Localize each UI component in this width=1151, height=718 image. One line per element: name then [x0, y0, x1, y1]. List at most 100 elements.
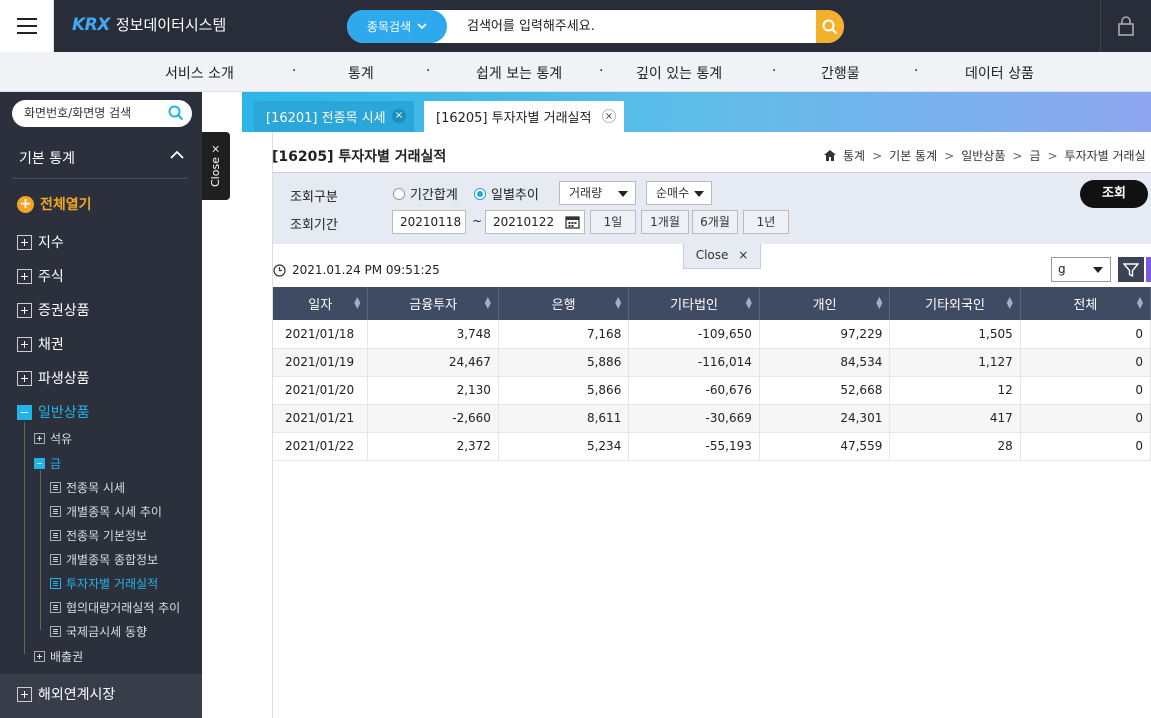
- nav-item-data-products[interactable]: 데이터 상품: [965, 63, 1034, 83]
- search-input[interactable]: 검색어를 입력해주세요.: [467, 10, 595, 43]
- tree-line: [40, 470, 41, 630]
- volume-select[interactable]: 거래량: [559, 181, 636, 205]
- chevron-right-icon: >: [944, 148, 955, 163]
- radio-selected-icon: [474, 187, 486, 200]
- table-cell: 5,234: [498, 432, 630, 461]
- sidebar-item-bonds[interactable]: 채권: [17, 334, 64, 354]
- tree-item-emission[interactable]: 배출권: [34, 648, 83, 665]
- column-header-financial-investment[interactable]: 금융투자 ▲ ▼: [367, 287, 499, 320]
- query-button[interactable]: 조회: [1080, 180, 1148, 208]
- menu-icon[interactable]: [0, 0, 54, 52]
- sidebar-bottom-section: 해외연계시장: [0, 674, 202, 718]
- range-1y-button[interactable]: 1년: [743, 210, 789, 234]
- unit-select[interactable]: g: [1051, 257, 1111, 282]
- sidebar-item-securities-products[interactable]: 증권상품: [17, 300, 90, 320]
- table-cell: 2021/01/21: [273, 404, 369, 433]
- column-header-total[interactable]: 전체 ▲ ▼: [1020, 287, 1151, 320]
- home-icon[interactable]: [824, 150, 836, 161]
- nav-item-deep-statistics[interactable]: 깊이 있는 통계: [636, 63, 722, 83]
- breadcrumb-item[interactable]: 일반상품: [961, 147, 1005, 164]
- close-icon[interactable]: ×: [602, 109, 616, 123]
- plus-box-icon: [34, 651, 45, 662]
- logo[interactable]: KRX 정보데이터시스템: [72, 14, 226, 35]
- table-cell: -55,193: [628, 432, 760, 461]
- nav-item-publications[interactable]: 간행물: [821, 63, 860, 83]
- plus-box-icon: [17, 234, 32, 250]
- tree-item-label: 석유: [50, 432, 73, 446]
- download-button[interactable]: [1146, 257, 1151, 282]
- table-cell: 2021/01/19: [273, 348, 369, 377]
- tree-item-all-prices[interactable]: 전종목 시세: [50, 479, 125, 496]
- page-title: [16205] 투자자별 거래실적: [272, 149, 447, 165]
- nav-item-easy-statistics[interactable]: 쉽게 보는 통계: [476, 63, 562, 83]
- calendar-icon[interactable]: [565, 215, 580, 229]
- minus-box-icon: [17, 404, 32, 420]
- sidebar-section-title[interactable]: 기본 통계: [19, 148, 75, 168]
- tree-item-oil[interactable]: 석유: [34, 430, 72, 447]
- lock-icon[interactable]: [1100, 0, 1151, 52]
- sidebar-search-input[interactable]: 화면번호/화면명 검색: [12, 100, 192, 127]
- tree-item-investor-trading[interactable]: 투자자별 거래실적: [50, 575, 158, 592]
- sort-icon[interactable]: ▲ ▼: [746, 296, 752, 310]
- filter-close-button[interactable]: Close ×: [683, 244, 761, 269]
- radio-daily[interactable]: 일별추이: [474, 184, 539, 203]
- close-icon[interactable]: ×: [392, 109, 406, 123]
- tree-item-intl-gold-price[interactable]: 국제금시세 동향: [50, 623, 147, 640]
- filter-close-label: Close: [695, 248, 729, 262]
- sidebar-item-label: 채권: [38, 337, 64, 353]
- breadcrumb-item[interactable]: 통계: [843, 147, 865, 164]
- tree-item-basic-info[interactable]: 전종목 기본정보: [50, 527, 147, 544]
- unit-value: g: [1058, 262, 1066, 276]
- sort-icon[interactable]: ▲ ▼: [1137, 296, 1143, 310]
- tree-item-label: 금: [50, 457, 62, 471]
- expand-all-button[interactable]: + 전체열기: [17, 194, 92, 214]
- tree-item-comprehensive-info[interactable]: 개별종목 종합정보: [50, 551, 158, 568]
- breadcrumb-item[interactable]: 금: [1029, 147, 1040, 164]
- tree-item-label: 전종목 시세: [66, 481, 126, 495]
- sidebar-item-index[interactable]: 지수: [17, 232, 64, 252]
- search-button[interactable]: [816, 10, 844, 43]
- filter-icon[interactable]: [1118, 257, 1144, 282]
- sidebar-close-label: Close ×: [209, 144, 222, 187]
- sidebar-item-overseas-market[interactable]: 해외연계시장: [17, 684, 115, 704]
- nav-item-statistics[interactable]: 통계: [348, 63, 374, 83]
- data-table: 일자 ▲ ▼ 금융투자 ▲ ▼ 은행 ▲ ▼ 기타법인 ▲ ▼ 개인 ▲ ▼ 기타외국인 ▲ ▼ 전체 ▲…: [273, 287, 1151, 461]
- date-to-input[interactable]: 20210122: [485, 210, 585, 234]
- document-icon: [50, 530, 61, 541]
- sort-icon[interactable]: ▲ ▼: [485, 296, 491, 310]
- sidebar-item-general-products[interactable]: 일반상품: [17, 402, 90, 422]
- range-1d-button[interactable]: 1일: [590, 210, 636, 234]
- nav-item-service-intro[interactable]: 서비스 소개: [165, 63, 234, 83]
- sidebar-item-label: 지수: [38, 235, 64, 251]
- tree-item-price-trend[interactable]: 개별종목 시세 추이: [50, 503, 162, 520]
- range-1m-button[interactable]: 1개월: [641, 210, 689, 234]
- clock-icon: [273, 263, 286, 277]
- tree-item-block-trading[interactable]: 협의대량거래실적 추이: [50, 599, 180, 616]
- radio-period-total[interactable]: 기간합계: [393, 184, 458, 203]
- search-type-dropdown[interactable]: 종목검색: [347, 10, 447, 43]
- sidebar-close-button[interactable]: Close ×: [202, 132, 230, 200]
- tree-item-gold[interactable]: 금: [34, 455, 61, 472]
- tab-16205[interactable]: [16205] 투자자별 거래실적 ×: [424, 101, 624, 132]
- sidebar-item-stock[interactable]: 주식: [17, 266, 64, 286]
- sort-icon[interactable]: ▲ ▼: [354, 296, 360, 310]
- table-cell: 5,886: [498, 348, 630, 377]
- filter-panel: 조회구분 기간합계 일별추이 거래량 순매수 조회기간 20210118 ~ 2…: [273, 172, 1151, 244]
- column-header-other-corporate[interactable]: 기타법인 ▲ ▼: [628, 287, 760, 320]
- breadcrumb-item[interactable]: 기본 통계: [889, 147, 937, 164]
- table-cell: 0: [1020, 320, 1151, 349]
- date-from-input[interactable]: 20210118: [392, 210, 466, 234]
- column-header-individual[interactable]: 개인 ▲ ▼: [759, 287, 891, 320]
- net-buy-select[interactable]: 순매수: [646, 181, 712, 205]
- chevron-up-icon[interactable]: [170, 147, 184, 163]
- sort-icon[interactable]: ▲ ▼: [1007, 296, 1013, 310]
- column-header-other-foreigner[interactable]: 기타외국인 ▲ ▼: [889, 287, 1021, 320]
- sort-icon[interactable]: ▲ ▼: [615, 296, 621, 310]
- tab-16201[interactable]: [16201] 전종목 시세 ×: [254, 101, 414, 132]
- search-icon[interactable]: [168, 105, 184, 121]
- sidebar-item-derivatives[interactable]: 파생상품: [17, 368, 90, 388]
- sort-icon[interactable]: ▲ ▼: [876, 296, 882, 310]
- column-header-bank[interactable]: 은행 ▲ ▼: [498, 287, 630, 320]
- column-header-date[interactable]: 일자 ▲ ▼: [273, 287, 369, 320]
- range-6m-button[interactable]: 6개월: [692, 210, 738, 234]
